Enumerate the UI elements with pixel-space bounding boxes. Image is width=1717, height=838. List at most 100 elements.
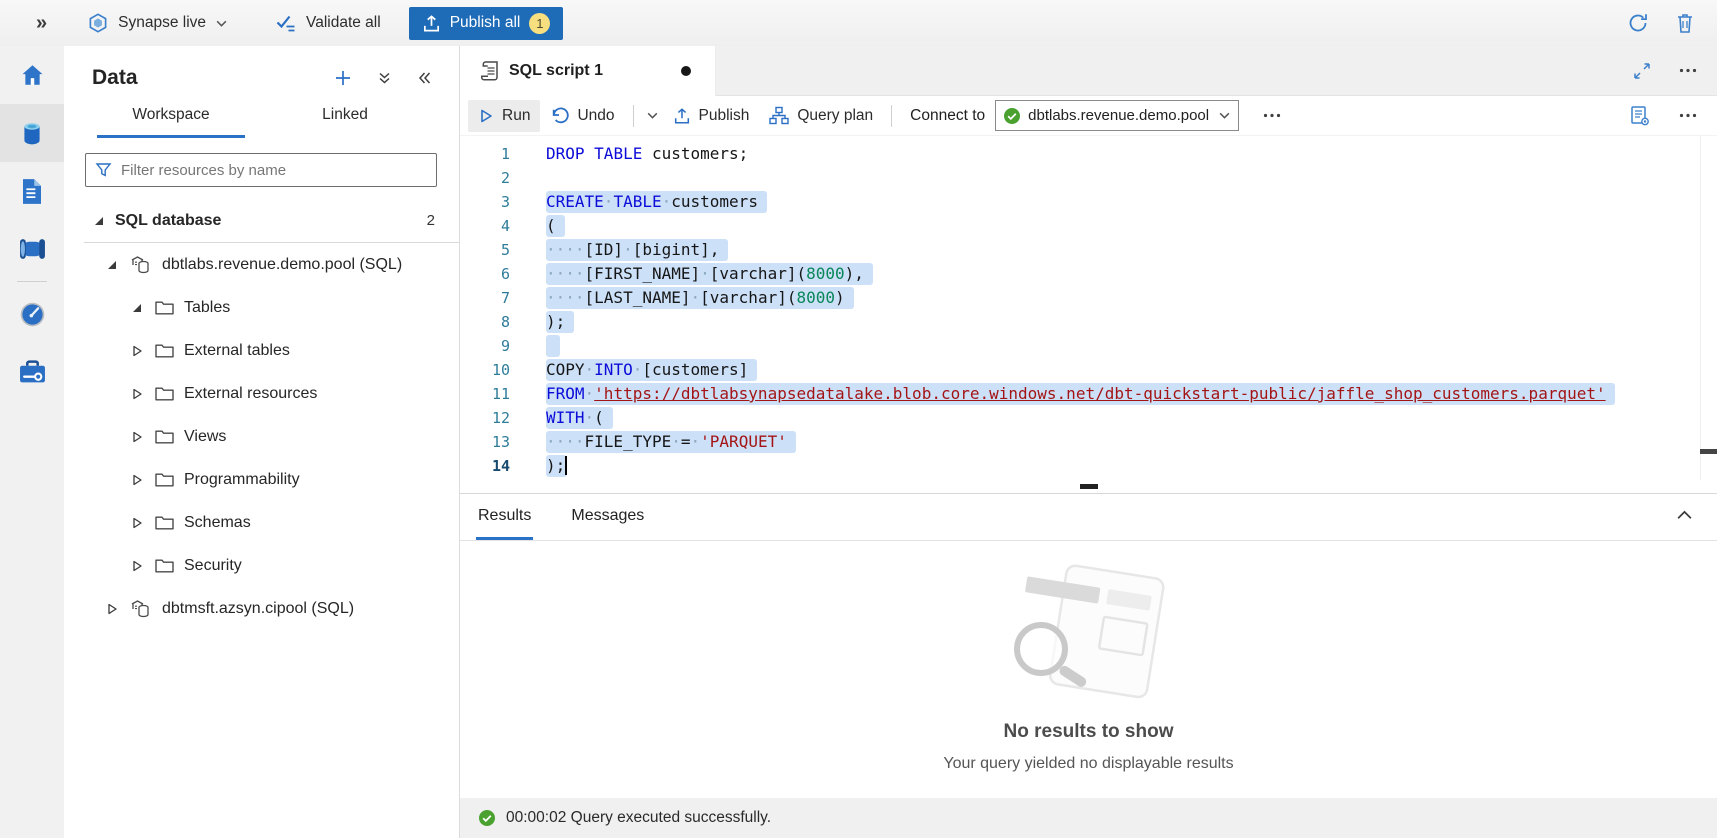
rail-item-data[interactable] xyxy=(0,104,64,162)
collapse-all-icon[interactable] xyxy=(377,70,392,86)
rail-item-integrate[interactable] xyxy=(0,220,64,278)
line-text: ( xyxy=(546,215,565,237)
tab-messages[interactable]: Messages xyxy=(569,494,646,540)
tab-results[interactable]: Results xyxy=(476,494,533,540)
line-number: 4 xyxy=(460,215,510,237)
refresh-icon[interactable] xyxy=(1627,12,1649,34)
code-line-13[interactable]: 13····FILE_TYPE·=·'PARQUET' xyxy=(460,430,1717,454)
code-line-2[interactable]: 2 xyxy=(460,166,1717,190)
line-text xyxy=(546,335,560,357)
connection-dropdown[interactable]: dbtlabs.revenue.demo.pool xyxy=(995,100,1239,131)
sql-toolbar: Run Undo Publish Query plan Connect to d… xyxy=(460,96,1717,136)
monitor-icon xyxy=(19,301,46,328)
code-line-6[interactable]: 6····[FIRST_NAME]·[varchar](8000), xyxy=(460,262,1717,286)
tree-item-dbtmsft-azsyn-cipool-sql[interactable]: dbtmsft.azsyn.cipool (SQL) xyxy=(64,587,459,630)
tree-item-label: External tables xyxy=(184,342,290,360)
line-number: 1 xyxy=(460,143,510,165)
filter-input[interactable] xyxy=(121,162,427,179)
tree-item-external-resources[interactable]: External resources xyxy=(64,372,459,415)
tab-workspace[interactable]: Workspace xyxy=(97,106,245,138)
tree-item-security[interactable]: Security xyxy=(64,544,459,587)
tab-sql-script-1[interactable]: SQL script 1 xyxy=(460,46,716,96)
tree-item-tables[interactable]: Tables xyxy=(64,286,459,329)
code-line-3[interactable]: 3CREATE·TABLE·customers xyxy=(460,190,1717,214)
tree-item-label: SQL database xyxy=(115,212,221,230)
expand-twisty-icon[interactable] xyxy=(130,474,143,486)
rail-divider xyxy=(17,281,47,282)
tree-item-count: 2 xyxy=(427,212,435,229)
more-toolbar-actions-icon[interactable] xyxy=(1679,113,1697,118)
properties-icon[interactable] xyxy=(1629,105,1651,127)
code-line-10[interactable]: 10COPY·INTO·[customers] xyxy=(460,358,1717,382)
discard-icon[interactable] xyxy=(1675,12,1695,34)
collapse-twisty-icon[interactable] xyxy=(130,303,143,313)
tree-item-dbtlabs-revenue-demo-pool-sql[interactable]: dbtlabs.revenue.demo.pool (SQL) xyxy=(64,243,459,286)
more-edit-actions-icon[interactable] xyxy=(642,109,663,122)
publish-button[interactable]: Publish xyxy=(663,100,760,132)
empty-state-title: No results to show xyxy=(1004,721,1174,743)
folder-icon xyxy=(155,558,174,573)
rail-item-manage[interactable] xyxy=(0,343,64,401)
run-button[interactable]: Run xyxy=(468,100,540,132)
expand-twisty-icon[interactable] xyxy=(130,345,143,357)
resource-tree: SQL database 2 dbtlabs.revenue.demo.pool (… xyxy=(64,199,459,630)
code-line-7[interactable]: 7····[LAST_NAME]·[varchar](8000) xyxy=(460,286,1717,310)
code-line-4[interactable]: 4( xyxy=(460,214,1717,238)
text-cursor xyxy=(565,456,567,475)
undo-label: Undo xyxy=(577,107,614,125)
collapse-twisty-icon[interactable] xyxy=(92,216,105,226)
synapse-logo-icon xyxy=(87,12,109,34)
tree-item-label: dbtmsft.azsyn.cipool (SQL) xyxy=(162,600,354,618)
document-tabstrip: SQL script 1 xyxy=(460,46,1717,96)
rail-item-develop[interactable] xyxy=(0,162,64,220)
scrollbar-thumb[interactable] xyxy=(1700,449,1717,454)
status-bar: 00:00:02 Query executed successfully. xyxy=(460,798,1717,838)
tree-item-sql-database[interactable]: SQL database 2 xyxy=(64,199,459,242)
code-line-8[interactable]: 8); xyxy=(460,310,1717,334)
panel-resize-handle[interactable] xyxy=(460,480,1717,494)
expand-twisty-icon[interactable] xyxy=(130,431,143,443)
tab-linked[interactable]: Linked xyxy=(275,106,415,138)
tree-item-views[interactable]: Views xyxy=(64,415,459,458)
code-line-9[interactable]: 9 xyxy=(460,334,1717,358)
undo-button[interactable]: Undo xyxy=(540,100,624,132)
expand-twisty-icon[interactable] xyxy=(130,560,143,572)
collapse-panel-icon[interactable] xyxy=(416,70,433,86)
resize-grip-icon[interactable] xyxy=(1080,484,1098,489)
code-line-11[interactable]: 11FROM·'https://dbtlabsynapsedatalake.bl… xyxy=(460,382,1717,406)
chevron-down-icon xyxy=(215,17,228,30)
environment-label: Synapse live xyxy=(118,14,206,32)
code-line-5[interactable]: 5····[ID]·[bigint], xyxy=(460,238,1717,262)
rail-item-home[interactable] xyxy=(0,46,64,104)
tree-item-external-tables[interactable]: External tables xyxy=(64,329,459,372)
add-resource-icon[interactable] xyxy=(333,68,353,88)
expand-twisty-icon[interactable] xyxy=(105,603,118,615)
folder-icon xyxy=(155,300,174,315)
tree-item-schemas[interactable]: Schemas xyxy=(64,501,459,544)
code-editor[interactable]: 1DROP TABLE customers;23CREATE·TABLE·cus… xyxy=(460,136,1717,480)
data-panel: Data WorkspaceLinked SQL database2dbtlab… xyxy=(64,46,460,838)
code-line-1[interactable]: 1DROP TABLE customers; xyxy=(460,142,1717,166)
line-text: CREATE·TABLE·customers xyxy=(546,191,767,213)
more-connect-options-icon[interactable] xyxy=(1263,113,1281,118)
collapse-twisty-icon[interactable] xyxy=(105,260,118,270)
code-line-14[interactable]: 14); xyxy=(460,454,1717,478)
code-line-12[interactable]: 12WITH·( xyxy=(460,406,1717,430)
query-plan-button[interactable]: Query plan xyxy=(759,100,883,132)
collapse-results-icon[interactable] xyxy=(1676,509,1693,520)
top-command-bar: » Synapse live Validate all Publish all … xyxy=(0,0,1717,46)
expand-editor-icon[interactable] xyxy=(1633,62,1651,80)
publish-all-button[interactable]: Publish all 1 xyxy=(409,7,564,40)
validate-all-button[interactable]: Validate all xyxy=(274,13,381,33)
rail-item-monitor[interactable] xyxy=(0,285,64,343)
expand-twisty-icon[interactable] xyxy=(130,517,143,529)
expand-twisty-icon[interactable] xyxy=(130,388,143,400)
environment-selector[interactable]: Synapse live xyxy=(87,12,228,34)
expand-panel-button[interactable]: » xyxy=(36,12,47,35)
line-number: 13 xyxy=(460,431,510,453)
line-number: 5 xyxy=(460,239,510,261)
more-tab-actions-icon[interactable] xyxy=(1679,68,1697,73)
folder-icon xyxy=(155,386,174,401)
tree-item-programmability[interactable]: Programmability xyxy=(64,458,459,501)
query-plan-icon xyxy=(769,106,789,125)
